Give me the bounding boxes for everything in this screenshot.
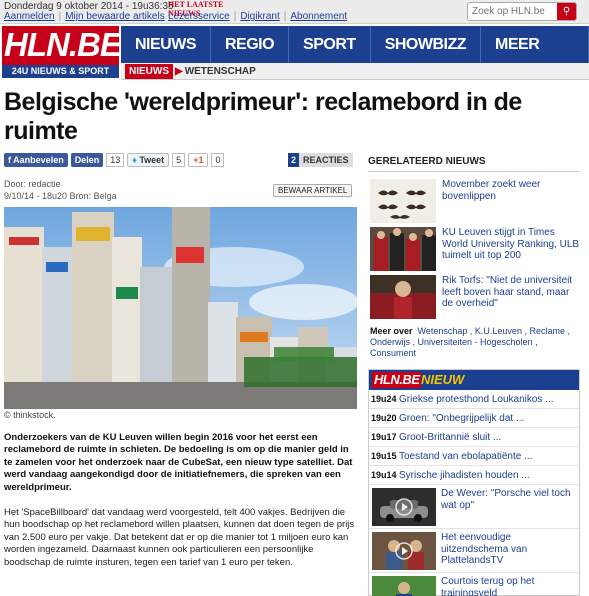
breadcrumb-section[interactable]: NIEUWS: [125, 63, 173, 79]
google-plus-button[interactable]: +1: [188, 153, 209, 167]
news-time: 19u20: [371, 413, 397, 423]
breadcrumb: NIEUWS ▶ WETENSCHAP: [121, 63, 589, 80]
tweet-label: Tweet: [139, 155, 165, 165]
digikrant-link[interactable]: Digikrant: [240, 11, 279, 22]
video-news-title[interactable]: De Wever: "Porsche viel toch wat op": [441, 488, 577, 511]
article-meta: Door: redactie 9/10/14 - 18u20 Bron: Bel…: [4, 178, 117, 202]
photo-credit: © thinkstock.: [4, 410, 56, 420]
separator: |: [58, 11, 62, 22]
related-item[interactable]: Rik Torfs: "Niet de universiteit leeft b…: [370, 275, 580, 319]
latest-news-logo: HLN.BE: [372, 372, 422, 388]
video-news-item[interactable]: Courtois terug op het trainingsveld: [369, 573, 579, 596]
share-count: 13: [106, 153, 125, 167]
city-skyline-image: [4, 207, 357, 409]
latest-news-box: HLN.BE NIEUW 19u24 Griekse protesthond L…: [368, 369, 580, 596]
latest-news-header: HLN.BE NIEUW: [369, 370, 579, 390]
save-article-button[interactable]: BEWAAR ARTIKEL: [273, 184, 353, 197]
saved-articles-link[interactable]: Mijn bewaarde artikels: [65, 11, 165, 22]
mustache-image: [370, 179, 436, 223]
nav-item-regio[interactable]: REGIO: [211, 26, 290, 63]
nav-item-sport[interactable]: SPORT: [289, 26, 371, 63]
reactions-label: REACTIES: [299, 153, 353, 167]
tweet-count: 5: [172, 153, 186, 167]
facebook-share-button[interactable]: Delen: [70, 153, 104, 167]
related-thumbnail: [370, 227, 436, 271]
list-item[interactable]: 19u24 Griekse protesthond Loukanikos ...: [369, 390, 579, 409]
related-thumbnail: [370, 179, 436, 223]
latest-news-label: NIEUW: [421, 372, 465, 387]
partner-links: Lezersservice | Digikrant | Abonnement: [168, 11, 347, 22]
car-image: [372, 488, 436, 526]
related-title[interactable]: Rik Torfs: "Niet de universiteit leeft b…: [442, 275, 582, 310]
nav-item-nieuws[interactable]: NIEUWS: [121, 26, 211, 63]
separator: |: [233, 11, 237, 22]
video-news-title[interactable]: Het eenvoudige uitzendschema van Plattel…: [441, 532, 577, 567]
logo-tagline: 24U NIEUWS & SPORT: [2, 65, 119, 78]
facebook-recommend-label: Aanbevelen: [13, 155, 64, 165]
article-lead: Onderzoekers van de KU Leuven willen beg…: [4, 432, 353, 493]
video-news-title[interactable]: Courtois terug op het trainingsveld: [441, 576, 577, 596]
news-time: 19u15: [371, 451, 397, 461]
list-item[interactable]: 19u15 Toestand van ebolapatiënte ...: [369, 447, 579, 466]
news-title[interactable]: Groen: "Onbegrijpelijk dat ...: [399, 413, 524, 424]
rector-portrait-image: [370, 275, 436, 319]
list-item[interactable]: 19u17 Groot-Brittannië sluit ...: [369, 428, 579, 447]
account-links: Aanmelden | Mijn bewaarde artikels: [4, 11, 165, 22]
news-time: 19u24: [371, 394, 397, 404]
list-item[interactable]: 19u14 Syrische jihadisten houden ...: [369, 466, 579, 485]
reader-service-link[interactable]: Lezersservice: [168, 11, 230, 22]
related-thumbnail: [370, 275, 436, 319]
subscription-link[interactable]: Abonnement: [290, 11, 347, 22]
breadcrumb-subsection[interactable]: WETENSCHAP: [185, 66, 256, 77]
academic-ceremony-image: [370, 227, 436, 271]
google-plus-count: 0: [211, 153, 225, 167]
article-photo[interactable]: [4, 207, 357, 409]
article-body: Het 'SpaceBillboard' dat vandaag werd vo…: [4, 507, 355, 568]
news-title[interactable]: Griekse protesthond Loukanikos ...: [399, 394, 554, 405]
separator: |: [283, 11, 287, 22]
nav-item-meer-hln[interactable]: MEER HLN ▾: [481, 26, 589, 90]
football-training-image: [372, 576, 436, 596]
video-news-item[interactable]: Het eenvoudige uitzendschema van Plattel…: [369, 529, 579, 573]
more-about-tags: Meer over Wetenschap , K.U.Leuven , Recl…: [370, 326, 582, 359]
reactions-count: 2: [288, 153, 300, 167]
tv-studio-image: [372, 532, 436, 570]
news-title[interactable]: Groot-Brittannië sluit ...: [399, 432, 501, 443]
video-news-item[interactable]: De Wever: "Porsche viel toch wat op": [369, 485, 579, 529]
more-about-label: Meer over: [370, 326, 413, 336]
login-link[interactable]: Aanmelden: [4, 11, 55, 22]
logo-wordmark: HLN.BE: [4, 26, 122, 63]
facebook-recommend-button[interactable]: f Aanbevelen: [4, 153, 68, 167]
tweet-button[interactable]: ♦ Tweet: [127, 153, 170, 167]
news-time: 19u17: [371, 432, 397, 442]
related-title[interactable]: KU Leuven stijgt in Times World Universi…: [442, 227, 582, 262]
video-thumbnail: [372, 488, 436, 526]
article-headline: Belgische 'wereldprimeur': reclamebord i…: [4, 88, 522, 145]
news-time: 19u14: [371, 470, 397, 480]
article-author: Door: redactie: [4, 179, 61, 189]
news-title[interactable]: Syrische jihadisten houden ...: [399, 470, 530, 481]
related-item[interactable]: KU Leuven stijgt in Times World Universi…: [370, 227, 580, 271]
article-dateline: 9/10/14 - 18u20 Bron: Belga: [4, 191, 117, 201]
video-thumbnail: [372, 532, 436, 570]
top-utility-bar: Donderdag 9 oktober 2014 - 19u36:35 Aanm…: [0, 0, 589, 24]
search-icon[interactable]: ⚲: [557, 3, 576, 20]
related-title[interactable]: Movember zoekt weer bovenlippen: [442, 179, 582, 202]
list-item[interactable]: 19u20 Groen: "Onbegrijpelijk dat ...: [369, 409, 579, 428]
chevron-right-icon: ▶: [175, 65, 183, 77]
main-nav: NIEUWS REGIO SPORT SHOWBIZZ MEER HLN ▾: [121, 26, 589, 90]
related-item[interactable]: Movember zoekt weer bovenlippen: [370, 179, 580, 223]
video-thumbnail: [372, 576, 436, 596]
nav-item-showbizz[interactable]: SHOWBIZZ: [371, 26, 482, 63]
related-news-heading: GERELATEERD NIEUWS: [368, 156, 580, 172]
site-logo[interactable]: HLN.BE 24U NIEUWS & SPORT: [2, 26, 122, 78]
search-input[interactable]: [468, 3, 556, 20]
search-box: ⚲: [467, 2, 577, 21]
reactions-button[interactable]: 2 REACTIES: [288, 153, 353, 167]
news-title[interactable]: Toestand van ebolapatiënte ...: [399, 451, 532, 462]
